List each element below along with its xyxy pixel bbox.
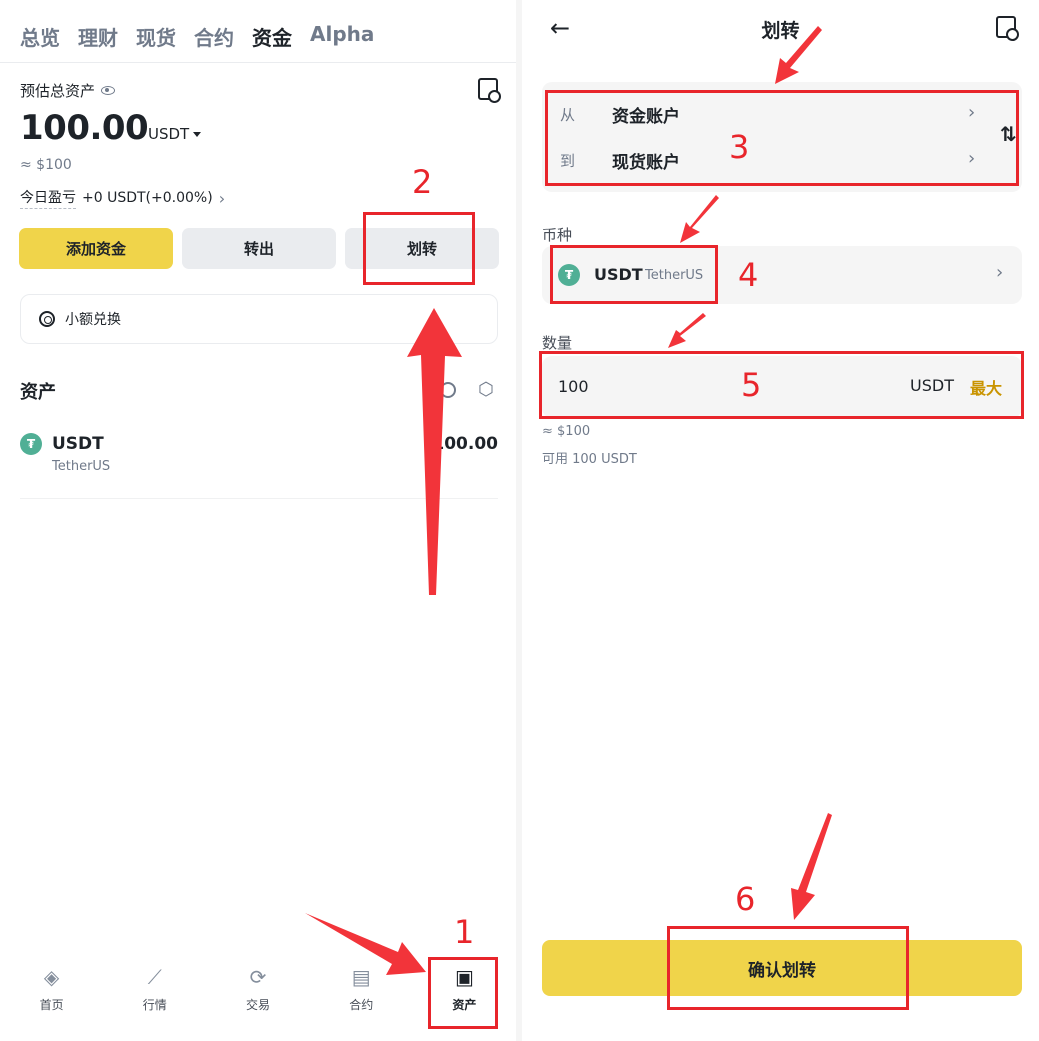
chevron-right-icon: › <box>996 262 1004 283</box>
divider <box>20 498 498 499</box>
estimated-assets-text: 预估总资产 <box>20 82 96 100</box>
small-exchange-button[interactable]: 小额兑换 <box>20 294 498 344</box>
top-tabs: 总览 理财 现货 合约 资金 Alpha <box>20 22 374 51</box>
asset-symbol[interactable]: USDT <box>52 434 104 454</box>
history-icon[interactable] <box>996 16 1019 41</box>
asset-amount: 100.00 <box>432 434 498 454</box>
nav-markets[interactable]: ⟋ 行情 <box>103 960 206 1030</box>
tab-earn[interactable]: 理财 <box>78 22 118 51</box>
total-balance: 100.00 <box>20 108 149 148</box>
pnl-value: +0 USDT(+0.00%) <box>82 190 213 206</box>
caret-down-icon <box>193 131 202 137</box>
annotation-number-4: 4 <box>738 256 759 294</box>
assets-screen: 总览 理财 现货 合约 资金 Alpha 预估总资产 100.00 USDT ≈… <box>0 0 516 1041</box>
annotation-box-2 <box>363 212 475 285</box>
balance-unit-selector[interactable]: USDT <box>148 125 202 143</box>
annotation-box-1 <box>428 957 498 1029</box>
tab-spot[interactable]: 现货 <box>136 22 176 51</box>
balance-unit: USDT <box>148 125 190 143</box>
nav-label: 合约 <box>349 998 374 1012</box>
add-funds-button[interactable]: 添加资金 <box>19 228 173 269</box>
amount-approx: ≈ $100 <box>542 424 591 439</box>
pnl-label: 今日盈亏 <box>20 187 76 209</box>
history-icon[interactable] <box>478 78 501 103</box>
nav-label: 行情 <box>142 998 167 1012</box>
trade-swap-icon: ⟳ <box>249 965 267 989</box>
approx-usd: ≈ $100 <box>20 157 72 173</box>
annotation-box-5 <box>539 351 1024 419</box>
annotation-number-1: 1 <box>454 913 475 951</box>
market-trend-icon: ⟋ <box>147 965 162 989</box>
withdraw-button[interactable]: 转出 <box>182 228 336 269</box>
annotation-box-4 <box>550 245 718 304</box>
annotation-number-6: 6 <box>735 880 756 918</box>
nav-home[interactable]: ◈ 首页 <box>0 960 103 1030</box>
tether-icon: ₮ <box>20 433 42 455</box>
divider <box>0 62 516 63</box>
annotation-number-3: 3 <box>729 128 750 166</box>
annotation-box-6 <box>667 926 909 1010</box>
chevron-right-icon: › <box>218 188 226 208</box>
assets-title: 资产 <box>20 382 56 403</box>
search-icon[interactable] <box>440 382 456 398</box>
tab-funding[interactable]: 资金 <box>252 22 292 51</box>
coin-label: 币种 <box>542 226 573 244</box>
eye-icon[interactable] <box>101 86 116 95</box>
small-exchange-label: 小额兑换 <box>65 312 121 328</box>
tab-futures[interactable]: 合约 <box>194 22 234 51</box>
page-title: 划转 <box>761 20 800 42</box>
tab-alpha[interactable]: Alpha <box>310 22 374 51</box>
nav-trade[interactable]: ⟳ 交易 <box>206 960 309 1030</box>
nav-futures[interactable]: ▤ 合约 <box>310 960 413 1030</box>
annotation-number-2: 2 <box>412 163 433 201</box>
asset-name: TetherUS <box>52 459 111 474</box>
annotation-box-3 <box>545 90 1019 186</box>
nav-label: 交易 <box>246 998 271 1012</box>
today-pnl[interactable]: 今日盈亏 +0 USDT(+0.00%) › <box>20 187 225 209</box>
settings-hex-icon[interactable]: ⬡ <box>478 381 496 399</box>
home-diamond-icon: ◈ <box>43 965 60 989</box>
available-balance: 可用 100 USDT <box>542 452 637 467</box>
estimated-assets-label: 预估总资产 <box>20 80 116 101</box>
exchange-icon <box>39 311 55 327</box>
amount-label: 数量 <box>542 334 573 352</box>
nav-label: 首页 <box>39 998 64 1012</box>
tab-overview[interactable]: 总览 <box>20 22 60 51</box>
annotation-number-5: 5 <box>741 366 762 404</box>
futures-doc-icon: ▤ <box>351 965 371 989</box>
